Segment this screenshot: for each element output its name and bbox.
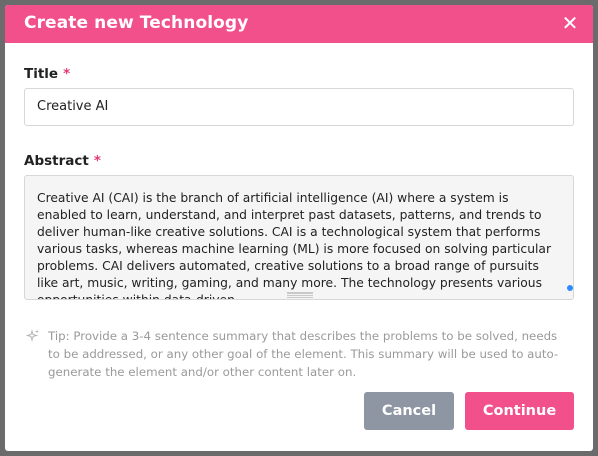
title-input[interactable]: Creative AI — [24, 88, 574, 126]
dialog-header: Create new Technology ✕ — [5, 5, 593, 43]
required-marker: * — [93, 153, 101, 169]
resize-handle[interactable] — [287, 292, 313, 299]
title-label-text: Title — [24, 66, 59, 82]
sparkle-icon — [26, 329, 39, 342]
close-icon[interactable]: ✕ — [559, 11, 581, 35]
abstract-label: Abstract * — [24, 153, 101, 169]
abstract-label-text: Abstract — [24, 153, 89, 169]
abstract-text: Creative AI (CAI) is the branch of artif… — [37, 191, 551, 300]
required-marker: * — [63, 66, 71, 82]
create-technology-dialog: Create new Technology ✕ Title * Creative … — [5, 5, 593, 451]
abstract-textarea[interactable]: Creative AI (CAI) is the branch of artif… — [24, 175, 574, 300]
dialog-title: Create new Technology — [24, 13, 249, 33]
cancel-button[interactable]: Cancel — [364, 392, 454, 430]
title-label: Title * — [24, 66, 70, 82]
continue-button[interactable]: Continue — [465, 392, 574, 430]
tip-text: Tip: Provide a 3-4 sentence summary that… — [48, 329, 559, 379]
scroll-indicator — [567, 285, 573, 291]
